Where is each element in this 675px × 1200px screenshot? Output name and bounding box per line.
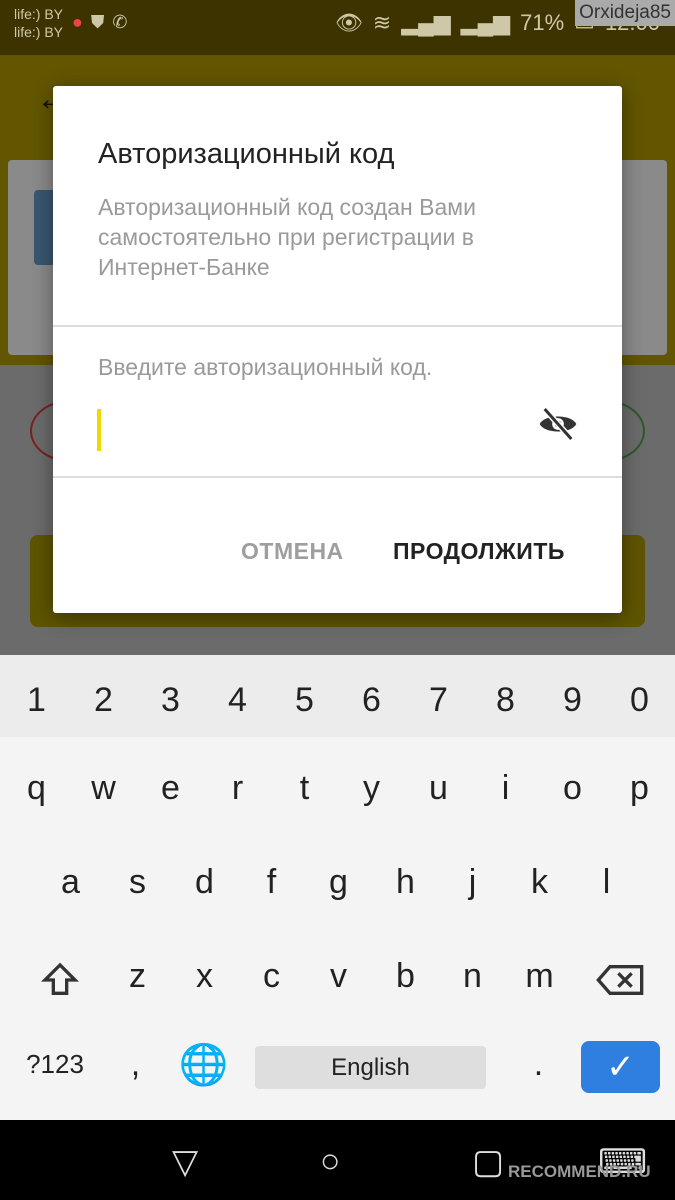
back-nav-icon[interactable]: ▽ — [172, 1142, 198, 1182]
watermark: Orxideja85 — [575, 0, 675, 26]
recents-nav-icon[interactable]: ▢ — [472, 1142, 504, 1182]
key-f[interactable]: f — [238, 863, 305, 902]
key-c[interactable]: c — [238, 957, 305, 996]
key-l[interactable]: l — [573, 863, 640, 902]
shift-key[interactable] — [20, 950, 100, 1010]
key-t[interactable]: t — [271, 769, 338, 808]
key-j[interactable]: j — [439, 863, 506, 902]
key-h[interactable]: h — [372, 863, 439, 902]
key-4[interactable]: 4 — [204, 681, 271, 720]
key-v[interactable]: v — [305, 957, 372, 996]
key-s[interactable]: s — [104, 863, 171, 902]
comma-key[interactable]: , — [102, 1045, 169, 1084]
key-g[interactable]: g — [305, 863, 372, 902]
key-0[interactable]: 0 — [606, 681, 673, 720]
shield-icon: ⛊ — [90, 12, 105, 32]
key-y[interactable]: y — [338, 769, 405, 808]
divider — [53, 476, 622, 478]
wifi-icon: ≋ — [372, 10, 392, 35]
key-q[interactable]: q — [3, 769, 70, 808]
key-6[interactable]: 6 — [338, 681, 405, 720]
key-7[interactable]: 7 — [405, 681, 472, 720]
carrier-2: life:) BY — [14, 24, 64, 40]
home-nav-icon[interactable]: ○ — [320, 1142, 341, 1181]
backspace-key[interactable] — [585, 950, 655, 1010]
footer-watermark: RECOMMEND.RU — [508, 1162, 651, 1181]
key-m[interactable]: m — [506, 957, 573, 996]
key-b[interactable]: b — [372, 957, 439, 996]
carrier-1: life:) BY — [14, 6, 64, 22]
key-w[interactable]: w — [70, 769, 137, 808]
divider — [53, 325, 622, 327]
period-key[interactable]: . — [505, 1045, 572, 1084]
key-n[interactable]: n — [439, 957, 506, 996]
key-x[interactable]: x — [171, 957, 238, 996]
enter-check-key[interactable]: ✓ — [581, 1041, 660, 1093]
key-d[interactable]: d — [171, 863, 238, 902]
keyboard: 1234567890 qwertyuiop asdfghjkl zxcvbnm ?12… — [0, 655, 675, 1120]
key-9[interactable]: 9 — [539, 681, 606, 720]
continue-button[interactable]: ПРОДОЛЖИТЬ — [393, 538, 565, 565]
battery-level: 71% — [520, 10, 565, 35]
signal-icon: ▂▄▆ — [401, 10, 451, 35]
symbols-key[interactable]: ?123 — [15, 1049, 95, 1080]
space-key[interactable]: English — [255, 1046, 486, 1089]
key-1[interactable]: 1 — [3, 681, 70, 720]
viber-icon: ✆ — [112, 12, 128, 32]
key-5[interactable]: 5 — [271, 681, 338, 720]
key-r[interactable]: r — [204, 769, 271, 808]
dialog-title: Авторизационный код — [98, 138, 395, 170]
aliexpress-icon: ● — [72, 12, 83, 32]
signal-icon-2: ▂▄▆ — [460, 10, 511, 35]
key-z[interactable]: z — [104, 957, 171, 996]
cancel-button[interactable]: ОТМЕНА — [241, 538, 344, 565]
key-k[interactable]: k — [506, 863, 573, 902]
key-8[interactable]: 8 — [472, 681, 539, 720]
key-2[interactable]: 2 — [70, 681, 137, 720]
eye-comfort-icon: 👁 — [334, 10, 363, 35]
key-o[interactable]: o — [539, 769, 606, 808]
input-label: Введите авторизационный код. — [98, 354, 433, 380]
eye-off-icon[interactable] — [538, 404, 578, 444]
dialog-description: Авторизационный код создан Вами самостоя… — [98, 194, 476, 280]
key-a[interactable]: a — [37, 863, 104, 902]
status-bar: life:) BY life:) BY ● ⛊ ✆ 👁 ≋ ▂▄▆ ▂▄▆ 71… — [0, 0, 675, 55]
auth-code-dialog: Авторизационный код Авторизационный код … — [53, 86, 622, 613]
key-p[interactable]: p — [606, 769, 673, 808]
key-e[interactable]: e — [137, 769, 204, 808]
key-u[interactable]: u — [405, 769, 472, 808]
notification-icons: ● ⛊ ✆ — [72, 12, 127, 33]
auth-code-input[interactable] — [93, 396, 523, 456]
key-3[interactable]: 3 — [137, 681, 204, 720]
globe-icon[interactable]: 🌐 — [170, 1041, 237, 1088]
key-i[interactable]: i — [472, 769, 539, 808]
